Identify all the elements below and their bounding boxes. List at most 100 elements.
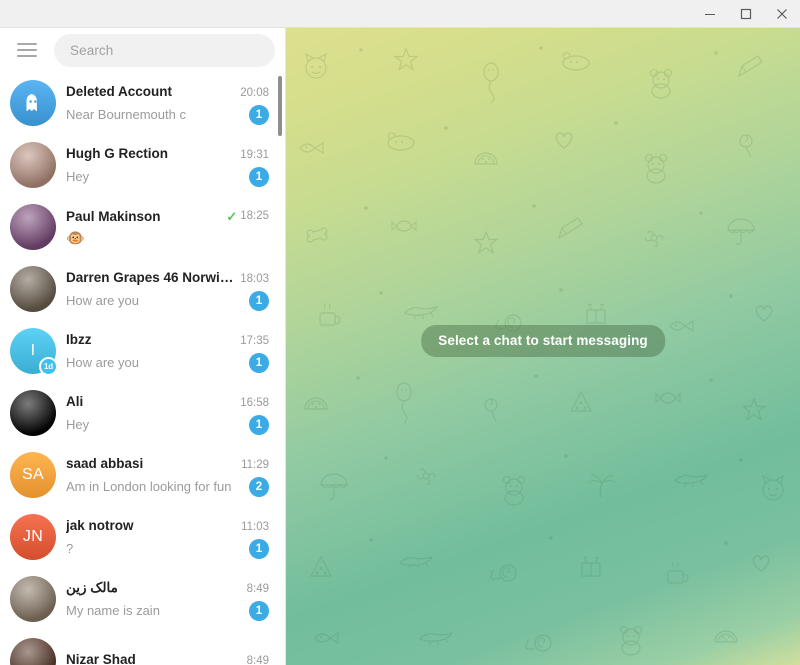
telegram-window: Search Deleted Account 20:08 Near Bournemo…	[0, 0, 800, 665]
chat-list-item[interactable]: Paul Makinson ✓ 18:25 🐵	[0, 196, 285, 258]
chat-preview-text: How are you	[66, 354, 139, 370]
chat-item-preview-row: Hey 1	[66, 166, 269, 187]
chat-name: Deleted Account	[66, 83, 173, 99]
empty-state-label: Select a chat to start messaging	[421, 325, 665, 357]
avatar[interactable]	[10, 142, 56, 188]
chat-item-preview-row: Am in London looking for fun 2	[66, 476, 269, 497]
avatar[interactable]	[10, 638, 56, 665]
chat-timestamp: 16:58	[240, 396, 269, 409]
chat-list-item[interactable]: Deleted Account 20:08 Near Bournemouth c 1	[0, 72, 285, 134]
avatar[interactable]: SA	[10, 452, 56, 498]
chat-preview-text: 🐵	[66, 229, 85, 247]
chat-item-preview-row: Hey 1	[66, 414, 269, 435]
chat-preview-text: Hey	[66, 168, 90, 184]
ghost-avatar-icon[interactable]	[10, 80, 56, 126]
unread-count-badge: 1	[249, 166, 269, 187]
chat-name: Paul Makinson	[66, 208, 161, 224]
unread-count-badge: 1	[249, 538, 269, 559]
chat-item-preview-row: ? 1	[66, 538, 269, 559]
avatar[interactable]	[10, 204, 56, 250]
chat-preview-text: Near Bournemouth c	[66, 106, 186, 122]
chat-item-title-row: Darren Grapes 46 Norwic... 18:03	[66, 268, 269, 288]
chat-name: saad abbasi	[66, 455, 144, 471]
chat-meta: 11:29	[235, 456, 269, 474]
chat-item-content: Deleted Account 20:08 Near Bournemouth c 1	[66, 82, 273, 125]
avatar[interactable]: JN	[10, 514, 56, 560]
unread-count-badge: 1	[249, 414, 269, 435]
chat-timestamp: 8:49	[246, 654, 269, 665]
chat-timestamp: 11:03	[241, 520, 269, 533]
chat-list[interactable]: Deleted Account 20:08 Near Bournemouth c1H…	[0, 72, 285, 665]
chat-timestamp: 11:29	[241, 458, 269, 471]
avatar-wrapper	[10, 576, 56, 622]
chat-meta: 20:08	[234, 84, 269, 102]
chat-meta: 8:49	[241, 580, 269, 598]
chat-item-preview-row: My name is zain 1	[66, 600, 269, 621]
chat-preview-text: My name is zain	[66, 602, 160, 618]
avatar-wrapper	[10, 80, 56, 126]
chat-name: Ibzz	[66, 331, 92, 347]
unread-count-badge: 1	[249, 104, 269, 125]
chat-list-item[interactable]: Ali 16:58 Hey 1	[0, 382, 285, 444]
chat-list-item[interactable]: مالک زین 8:49 My name is zain 1	[0, 568, 285, 630]
chat-timestamp: 18:03	[240, 272, 269, 285]
search-input[interactable]: Search	[54, 33, 275, 67]
chat-name: Nizar Shad	[66, 651, 136, 665]
chat-list-item[interactable]: JN jak notrow 11:03? 1	[0, 506, 285, 568]
avatar-wrapper	[10, 638, 56, 665]
avatar[interactable]	[10, 266, 56, 312]
chat-item-preview-row: Near Bournemouth c 1	[66, 104, 269, 125]
chat-meta: 8:49	[241, 652, 269, 665]
chat-meta: 18:03	[234, 270, 269, 288]
chat-item-content: Paul Makinson ✓ 18:25 🐵	[66, 207, 273, 248]
unread-count-badge: 1	[249, 290, 269, 311]
chat-list-item[interactable]: I 1d Ibzz 17:35 How are you 1	[0, 320, 285, 382]
chat-item-title-row: مالک زین 8:49	[66, 578, 269, 598]
chat-timestamp: 8:49	[246, 582, 269, 595]
avatar-wrapper	[10, 142, 56, 188]
chat-preview-text: ?	[66, 540, 74, 556]
chat-item-content: saad abbasi 11:29 Am in London looking for…	[66, 454, 273, 497]
chat-item-title-row: Deleted Account 20:08	[66, 82, 269, 102]
chat-item-title-row: Ibzz 17:35	[66, 330, 269, 350]
unread-count-badge: 2	[249, 476, 269, 497]
chat-sidebar: Search Deleted Account 20:08 Near Bournemo…	[0, 28, 286, 665]
chat-name: Darren Grapes 46 Norwic...	[66, 269, 235, 285]
chat-item-title-row: Ali 16:58	[66, 392, 269, 412]
chat-list-item[interactable]: Nizar Shad 8:49	[0, 630, 285, 665]
chat-list-item[interactable]: Darren Grapes 46 Norwic... 18:03 How are y…	[0, 258, 285, 320]
sidebar-topbar: Search	[0, 28, 285, 72]
chat-meta: 16:58	[234, 394, 269, 412]
chat-preview-text: Hey	[66, 416, 90, 432]
chat-name: مالک زین	[66, 579, 118, 595]
chat-item-title-row: Hugh G Rection 19:31	[66, 144, 269, 164]
chat-item-content: jak notrow 11:03? 1	[66, 516, 273, 559]
chat-item-content: Hugh G Rection 19:31 Hey 1	[66, 144, 273, 187]
chat-meta: ✓ 18:25	[220, 207, 269, 225]
chat-list-scrollbar[interactable]	[278, 76, 282, 136]
avatar-wrapper: JN	[10, 514, 56, 560]
chat-item-content: مالک زین 8:49 My name is zain 1	[66, 578, 273, 621]
chat-list-item[interactable]: Hugh G Rection 19:31 Hey 1	[0, 134, 285, 196]
chat-meta: 17:35	[234, 332, 269, 350]
chat-item-title-row: Nizar Shad 8:49	[66, 650, 269, 665]
hamburger-menu-icon[interactable]	[8, 31, 46, 69]
chat-preview-text: Am in London looking for fun	[66, 478, 232, 494]
avatar-wrapper: SA	[10, 452, 56, 498]
chat-item-preview-row: How are you 1	[66, 290, 269, 311]
window-minimize-button[interactable]	[692, 0, 728, 27]
avatar-wrapper	[10, 390, 56, 436]
avatar[interactable]	[10, 576, 56, 622]
chat-item-preview-row: 🐵	[66, 230, 269, 248]
avatar[interactable]	[10, 390, 56, 436]
search-placeholder: Search	[70, 42, 114, 58]
chat-timestamp: 20:08	[240, 86, 269, 99]
window-maximize-button[interactable]	[728, 0, 764, 27]
chat-timestamp: 17:35	[240, 334, 269, 347]
self-destruct-timer-badge: 1d	[39, 357, 58, 376]
chat-list-item[interactable]: SA saad abbasi 11:29 Am in London looking f…	[0, 444, 285, 506]
avatar-wrapper: I 1d	[10, 328, 58, 376]
unread-count-badge: 1	[249, 352, 269, 373]
chat-item-content: Nizar Shad 8:49	[66, 650, 273, 665]
window-close-button[interactable]	[764, 0, 800, 27]
